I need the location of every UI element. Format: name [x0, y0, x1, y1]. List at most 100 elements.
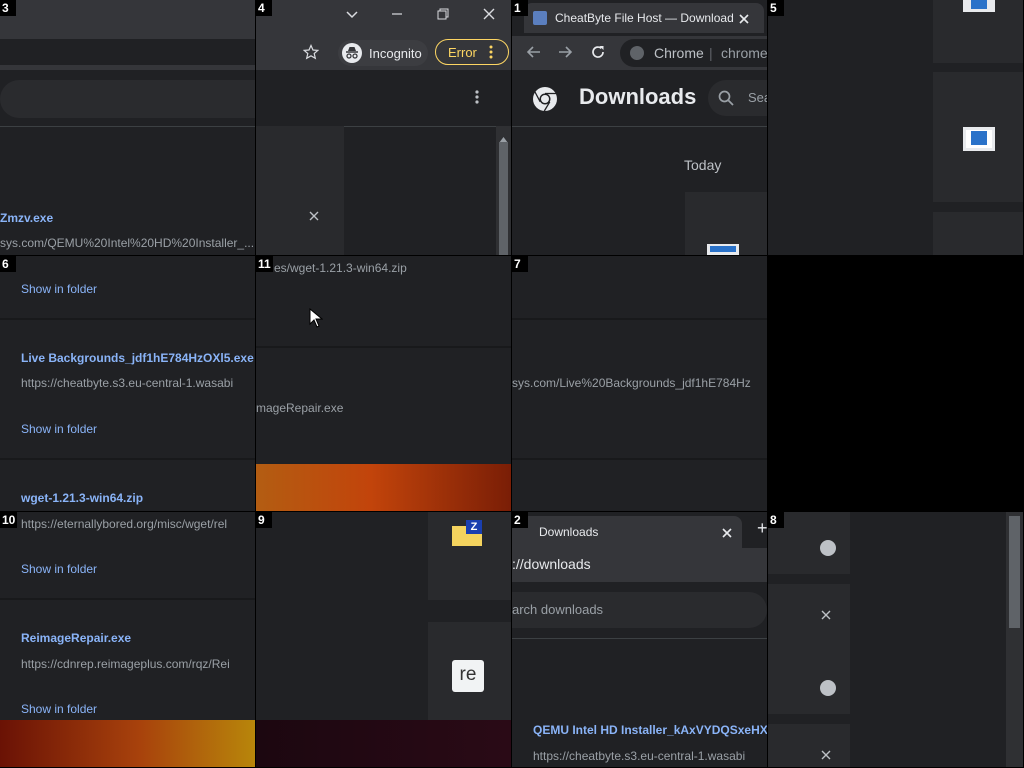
card-divider	[512, 318, 767, 320]
remove-download-icon[interactable]	[306, 209, 322, 225]
desktop-wallpaper	[256, 720, 511, 767]
tile-9: 9 Z re	[256, 512, 511, 767]
scrollbar-thumb[interactable]	[499, 142, 508, 255]
search-box[interactable]: arch downloads	[512, 592, 767, 628]
card-divider	[512, 458, 767, 460]
download-url[interactable]: https://cdnrep.reimageplus.com/rqz/Rei	[21, 657, 230, 671]
restore-icon[interactable]	[433, 7, 453, 24]
search-icon	[718, 90, 734, 111]
show-in-folder-link[interactable]: Show in folder	[21, 422, 97, 436]
date-header: Today	[684, 157, 722, 173]
download-card: Z	[428, 512, 511, 600]
search-box[interactable]: Sea	[708, 80, 767, 116]
tab-active[interactable]: CheatByte File Host — Download	[524, 3, 764, 33]
error-label: Error	[448, 45, 477, 60]
download-url[interactable]: es/wget-1.21.3-win64.zip	[274, 261, 407, 275]
desktop-wallpaper	[256, 464, 511, 511]
desktop-wallpaper	[0, 720, 255, 767]
chrome-logo-icon	[532, 86, 558, 112]
tile-number: 8	[768, 512, 784, 528]
close-tab-icon[interactable]	[721, 526, 733, 544]
reload-icon[interactable]	[589, 43, 607, 66]
search-placeholder: arch downloads	[512, 602, 604, 617]
tile-empty	[768, 256, 1023, 511]
download-url[interactable]: sys.com/Live%20Backgrounds_jdf1hE784Hz	[512, 376, 751, 390]
close-window-icon[interactable]	[479, 7, 499, 24]
scrollbar[interactable]	[1006, 512, 1023, 767]
minimize-icon[interactable]	[387, 7, 407, 24]
omnibox-url[interactable]: ://downloads	[512, 556, 591, 572]
show-in-folder-link[interactable]: Show in folder	[21, 562, 97, 576]
tile-number: 10	[0, 512, 18, 528]
download-url[interactable]: https://cheatbyte.s3.eu-central-1.wasabi	[533, 749, 745, 763]
tab-title: Downloads	[539, 525, 599, 539]
download-card	[685, 192, 767, 255]
more-options-icon[interactable]	[474, 88, 480, 111]
tab-title: CheatByte File Host — Download	[555, 11, 734, 25]
download-filename[interactable]: mageRepair.exe	[256, 401, 343, 415]
download-filename[interactable]: wget-1.21.3-win64.zip	[21, 491, 143, 505]
remove-download-icon[interactable]	[820, 748, 832, 766]
file-icon	[963, 0, 995, 12]
scrollbar[interactable]	[496, 126, 511, 255]
download-filename[interactable]: ReimageRepair.exe	[21, 631, 131, 645]
incognito-badge[interactable]: Incognito	[338, 40, 428, 66]
tile-8: 8	[768, 512, 1023, 767]
download-url[interactable]: sys.com/QEMU%20Intel%20HD%20Installer_..…	[0, 236, 254, 250]
download-filename[interactable]: Zmzv.exe	[0, 211, 53, 225]
toolbar: Incognito Error	[256, 36, 511, 70]
mouse-cursor-icon	[309, 307, 324, 333]
tile-number: 9	[256, 512, 272, 528]
title-bar	[0, 0, 255, 36]
download-card	[933, 212, 1023, 255]
download-url[interactable]: https://cheatbyte.s3.eu-central-1.wasabi	[21, 376, 233, 390]
incognito-icon	[342, 43, 362, 63]
download-url[interactable]: https://eternallybored.org/misc/wget/rel	[21, 517, 227, 531]
tile-number: 2	[512, 512, 528, 528]
download-card	[933, 0, 1023, 63]
tile-number: 6	[0, 256, 16, 272]
tile-number: 3	[0, 0, 16, 16]
title-bar	[256, 0, 511, 36]
tile-number: 7	[512, 256, 528, 272]
downloads-header: Downloads Sea	[512, 70, 767, 127]
download-card	[768, 724, 850, 767]
tile-number: 11	[256, 256, 273, 272]
close-tab-icon[interactable]	[738, 12, 750, 30]
tile-5: 5	[768, 0, 1023, 255]
download-card	[933, 72, 1023, 202]
omnibox-separator: |	[709, 45, 713, 61]
back-arrow-icon[interactable]	[526, 44, 542, 65]
tile-1: 1 CheatByte File Host — Download Chrome …	[512, 0, 767, 255]
incognito-label: Incognito	[369, 46, 422, 61]
forward-arrow-icon[interactable]	[557, 44, 573, 65]
search-box[interactable]	[0, 80, 255, 118]
scrollbar-thumb[interactable]	[1009, 516, 1020, 628]
toolbar: ://downloads	[512, 548, 767, 582]
tile-7: 7 sys.com/Live%20Backgrounds_jdf1hE784Hz	[512, 256, 767, 511]
tile-6: 6 Show in folder Live Backgrounds_jdf1hE…	[0, 256, 255, 511]
chevron-down-icon[interactable]	[342, 7, 362, 24]
new-tab-icon[interactable]: +	[757, 518, 767, 539]
show-in-folder-link[interactable]: Show in folder	[21, 702, 97, 716]
download-filename[interactable]: Live Backgrounds_jdf1hE784HzOXl5.exe	[21, 351, 254, 365]
omnibox-url: chrome	[721, 45, 767, 61]
tab-downloads[interactable]: Downloads	[512, 516, 742, 548]
tile-10: 10 https://eternallybored.org/misc/wget/…	[0, 512, 255, 767]
tile-4: 4 Incognito Error	[256, 0, 511, 255]
remove-download-icon[interactable]	[820, 608, 832, 626]
download-filename[interactable]: QEMU Intel HD Installer_kAxVYDQSxeHX	[533, 723, 767, 737]
reimage-file-icon: re	[452, 660, 484, 692]
card-divider	[0, 598, 255, 600]
card-divider	[0, 318, 255, 320]
card-divider	[256, 346, 511, 348]
omnibox[interactable]: Chrome | chrome	[620, 39, 767, 67]
omnibox[interactable]	[0, 39, 255, 65]
file-icon	[707, 244, 739, 255]
error-button[interactable]: Error	[435, 39, 509, 65]
incognito-avatar-icon	[820, 540, 836, 556]
chrome-icon	[630, 46, 644, 60]
star-icon[interactable]	[301, 44, 321, 63]
show-in-folder-link[interactable]: Show in folder	[21, 282, 97, 296]
downloads-header: arch downloads	[512, 582, 767, 639]
